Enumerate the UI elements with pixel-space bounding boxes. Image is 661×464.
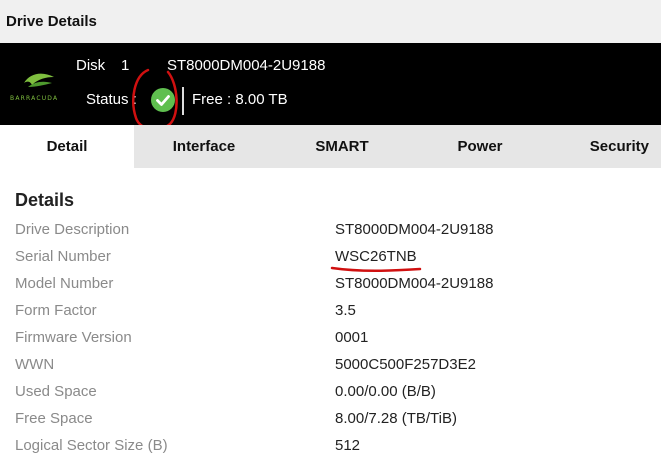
disk-number: 1 bbox=[121, 57, 130, 74]
detail-label: Logical Sector Size (B) bbox=[15, 437, 168, 454]
barracuda-fish-icon bbox=[24, 73, 54, 87]
detail-value: 0.00/0.00 (B/B) bbox=[335, 383, 436, 400]
detail-value: ST8000DM004-2U9188 bbox=[335, 221, 494, 238]
drive-header: BARRACUDA Disk 1 ST8000DM004-2U9188 Stat… bbox=[0, 43, 661, 125]
disk-label: Disk bbox=[76, 57, 106, 74]
detail-value: 3.5 bbox=[335, 302, 356, 319]
detail-row: Used Space 0.00/0.00 (B/B) bbox=[0, 383, 661, 410]
detail-label: Used Space bbox=[15, 383, 97, 400]
detail-row: Free Space 8.00/7.28 (TB/TiB) bbox=[0, 410, 661, 437]
check-circle-icon bbox=[151, 88, 175, 112]
details-title: Details bbox=[15, 190, 75, 210]
detail-value: WSC26TNB bbox=[335, 248, 417, 265]
tab-interface[interactable]: Interface bbox=[134, 125, 274, 168]
detail-label: Drive Description bbox=[15, 221, 130, 238]
detail-row: Firmware Version 0001 bbox=[0, 329, 661, 356]
detail-row: Model Number ST8000DM004-2U9188 bbox=[0, 275, 661, 302]
window-title: Drive Details bbox=[0, 0, 661, 43]
detail-label: Model Number bbox=[15, 275, 114, 292]
drive-model: ST8000DM004-2U9188 bbox=[167, 57, 326, 74]
detail-label: Serial Number bbox=[15, 248, 111, 265]
detail-label: Form Factor bbox=[15, 302, 97, 319]
detail-label: Firmware Version bbox=[15, 329, 132, 346]
detail-value: ST8000DM004-2U9188 bbox=[335, 275, 494, 292]
detail-value: 512 bbox=[335, 437, 361, 454]
tab-security[interactable]: Security bbox=[550, 125, 661, 168]
tab-power[interactable]: Power bbox=[410, 125, 550, 168]
detail-label: Free Space bbox=[15, 410, 93, 427]
barracuda-logo: BARRACUDA bbox=[10, 69, 68, 109]
detail-value: 8.00/7.28 (TB/TiB) bbox=[335, 410, 457, 427]
detail-label: WWN bbox=[15, 356, 55, 373]
tab-smart[interactable]: SMART bbox=[274, 125, 410, 168]
tab-detail[interactable]: Detail bbox=[0, 125, 134, 168]
tab-bar: Detail Interface SMART Power Security bbox=[0, 125, 661, 168]
logo-text: BARRACUDA bbox=[10, 95, 59, 102]
detail-row: Serial Number WSC26TNB bbox=[0, 248, 661, 275]
detail-row: Form Factor 3.5 bbox=[0, 302, 661, 329]
detail-value: 5000C500F257D3E2 bbox=[335, 356, 476, 373]
free-space-summary: Free : 8.00 TB bbox=[192, 91, 288, 108]
status-label: Status : bbox=[86, 91, 137, 108]
detail-row: WWN 5000C500F257D3E2 bbox=[0, 356, 661, 383]
header-divider bbox=[182, 87, 184, 115]
detail-value: 0001 bbox=[335, 329, 369, 346]
detail-row: Logical Sector Size (B) 512 bbox=[0, 437, 661, 464]
detail-row: Drive Description ST8000DM004-2U9188 bbox=[0, 221, 661, 248]
